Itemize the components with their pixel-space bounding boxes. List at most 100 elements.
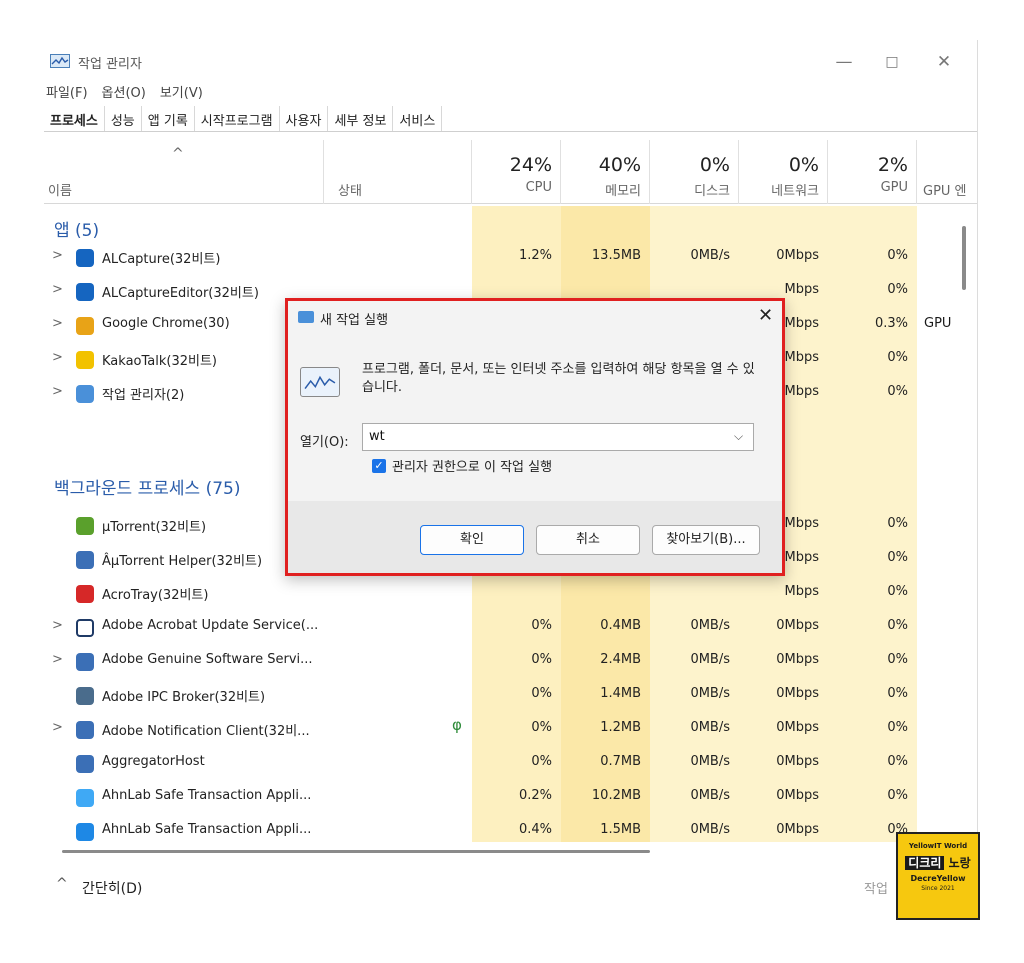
- gpu-cell: 0%: [887, 618, 908, 633]
- browse-button[interactable]: 찾아보기(B)...: [652, 525, 760, 555]
- table-row[interactable]: Adobe IPC Broker(32비트) 0% 1.4MB 0MB/s 0Mbps 0…: [44, 678, 917, 712]
- vertical-scrollbar[interactable]: [962, 226, 966, 290]
- table-row[interactable]: > Adobe Acrobat Update Service(... 0% 0.4MB…: [44, 610, 917, 644]
- admin-checkbox[interactable]: ✓: [372, 459, 386, 473]
- process-name: Google Chrome(30): [102, 316, 230, 331]
- minimize-button[interactable]: —: [824, 48, 864, 76]
- memory-cell: 0.7MB: [600, 754, 641, 769]
- watermark-bottom: DecreYellow: [910, 874, 966, 883]
- open-input[interactable]: wt: [362, 423, 754, 451]
- table-row[interactable]: > Adobe Genuine Software Servi... 0% 2.4MB 0…: [44, 644, 917, 678]
- tab-performance[interactable]: 성능: [105, 106, 142, 131]
- disk-label: 디스크: [694, 184, 730, 199]
- efficiency-mode-leaf-icon: φ: [452, 716, 462, 734]
- maximize-button[interactable]: □: [872, 48, 912, 76]
- tab-processes[interactable]: 프로세스: [44, 106, 105, 131]
- admin-checkbox-label[interactable]: 관리자 권한으로 이 작업 실행: [392, 456, 552, 475]
- run-dialog-title-icon: [298, 311, 314, 323]
- network-cell: 0Mbps: [776, 788, 819, 803]
- tab-details[interactable]: 세부 정보: [328, 106, 394, 131]
- collapse-caret-icon: ^: [56, 876, 68, 892]
- window-icon: [76, 755, 94, 773]
- expand-chevron-icon[interactable]: >: [52, 652, 63, 667]
- footer: ^ 간단히(D) 작업: [44, 874, 977, 904]
- gpu-cell: 0%: [887, 248, 908, 263]
- gpu-cell: 0%: [887, 584, 908, 599]
- expand-chevron-icon[interactable]: >: [52, 720, 63, 735]
- menu-bar: 파일(F) 옵션(O) 보기(V): [44, 82, 203, 102]
- menu-options[interactable]: 옵션(O): [102, 82, 146, 102]
- gpu-cell: 0%: [887, 516, 908, 531]
- header-network[interactable]: 0% 네트워크: [739, 140, 828, 204]
- cancel-button[interactable]: 취소: [536, 525, 640, 555]
- menu-file[interactable]: 파일(F): [46, 82, 88, 102]
- memory-cell: 1.5MB: [600, 822, 641, 837]
- network-cell: 0Mbps: [776, 822, 819, 837]
- network-cell: 0Mbps: [776, 618, 819, 633]
- task-manager-icon: [76, 385, 94, 403]
- expand-chevron-icon[interactable]: >: [52, 316, 63, 331]
- task-manager-icon: [50, 54, 70, 68]
- header-name[interactable]: ^ 이름: [44, 140, 324, 204]
- disk-total: 0%: [699, 154, 730, 176]
- horizontal-scrollbar[interactable]: [62, 850, 650, 853]
- memory-cell: 10.2MB: [591, 788, 641, 803]
- expand-chevron-icon[interactable]: >: [52, 282, 63, 297]
- table-row[interactable]: > ALCapture(32비트) 1.2% 13.5MB 0MB/s 0Mbps 0%: [44, 240, 917, 274]
- network-cell: 0Mbps: [776, 248, 819, 263]
- table-row[interactable]: AcroTray(32비트) Mbps 0%: [44, 576, 917, 610]
- gpu-cell: 0%: [887, 350, 908, 365]
- cpu-cell: 0.4%: [518, 822, 552, 837]
- expand-chevron-icon[interactable]: >: [52, 248, 63, 263]
- header-memory[interactable]: 40% 메모리: [561, 140, 650, 204]
- fewer-details-link[interactable]: 간단히(D): [82, 878, 142, 898]
- header-cpu[interactable]: 24% CPU: [472, 140, 561, 204]
- expand-chevron-icon[interactable]: >: [52, 384, 63, 399]
- run-program-icon: [300, 367, 340, 397]
- process-name: ÂμTorrent Helper(32비트): [102, 554, 263, 569]
- gpu-cell: 0%: [887, 550, 908, 565]
- watermark-mid-light: 노랑: [948, 856, 971, 870]
- window-title: 작업 관리자: [78, 57, 142, 72]
- tab-startup[interactable]: 시작프로그램: [195, 106, 280, 131]
- cpu-cell: 0%: [531, 686, 552, 701]
- process-name: Adobe IPC Broker(32비트): [102, 690, 266, 705]
- menu-view[interactable]: 보기(V): [160, 82, 203, 102]
- window-icon: [76, 721, 94, 739]
- disk-cell: 0MB/s: [690, 686, 730, 701]
- gpu-cell: 0%: [887, 384, 908, 399]
- cpu-cell: 0.2%: [518, 788, 552, 803]
- run-new-task-dialog: 새 작업 실행 ✕ 프로그램, 폴더, 문서, 또는 인터넷 주소를 입력하여 …: [285, 298, 785, 576]
- disk-cell: 0MB/s: [690, 618, 730, 633]
- table-row[interactable]: > Adobe Notification Client(32비... 0% 1.2MB…: [44, 712, 917, 746]
- header-gpu[interactable]: 2% GPU: [828, 140, 917, 204]
- tab-bar: 프로세스 성능 앱 기록 시작프로그램 사용자 세부 정보 서비스: [44, 106, 977, 132]
- dialog-title: 새 작업 실행: [320, 313, 389, 328]
- header-status[interactable]: 상태: [324, 140, 472, 204]
- header-disk[interactable]: 0% 디스크: [650, 140, 739, 204]
- table-row[interactable]: AhnLab Safe Transaction Appli... 0.2% 10.2…: [44, 780, 917, 814]
- tab-app-history[interactable]: 앱 기록: [142, 106, 195, 131]
- table-row[interactable]: AggregatorHost 0% 0.7MB 0MB/s 0Mbps 0%: [44, 746, 917, 780]
- table-row[interactable]: AhnLab Safe Transaction Appli... 0.4% 1.5M…: [44, 814, 917, 842]
- end-task-button[interactable]: 작업: [864, 878, 888, 897]
- disk-cell: 0MB/s: [690, 754, 730, 769]
- tab-users[interactable]: 사용자: [280, 106, 329, 131]
- expand-chevron-icon[interactable]: >: [52, 618, 63, 633]
- dialog-close-button[interactable]: ✕: [758, 305, 773, 326]
- utorrent-icon: [76, 517, 94, 535]
- expand-chevron-icon[interactable]: >: [52, 350, 63, 365]
- ok-button[interactable]: 확인: [420, 525, 524, 555]
- gpu-cell: 0%: [887, 720, 908, 735]
- network-cell: Mbps: [784, 584, 820, 599]
- memory-cell: 2.4MB: [600, 652, 641, 667]
- window-outline-icon: [76, 619, 94, 637]
- tab-services[interactable]: 서비스: [393, 106, 443, 131]
- watermark-mid: 디크리 노랑: [898, 854, 978, 871]
- close-button[interactable]: ✕: [924, 48, 964, 76]
- sort-caret-icon: ^: [172, 146, 184, 162]
- header-gpu-engine[interactable]: GPU 엔: [917, 140, 978, 204]
- open-dropdown-icon[interactable]: ⌵: [734, 429, 743, 444]
- gpu-cell: 0%: [887, 282, 908, 297]
- open-label: 열기(O):: [300, 435, 349, 450]
